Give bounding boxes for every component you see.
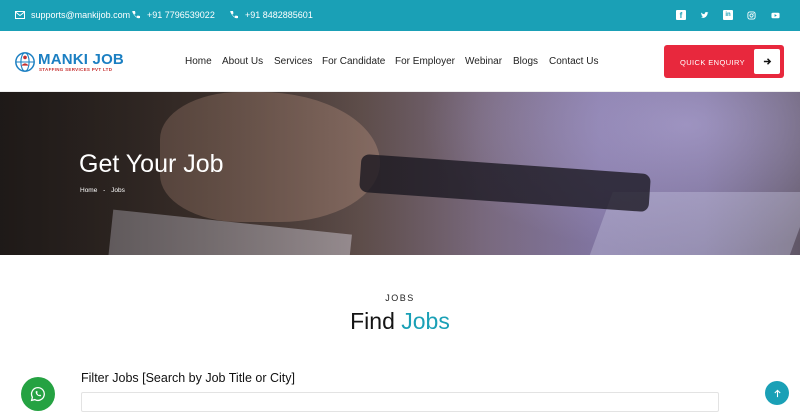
- arrow-up-icon: [773, 389, 781, 397]
- breadcrumb-current: Jobs: [111, 187, 125, 194]
- nav-item-contact-us[interactable]: Contact Us: [549, 56, 598, 67]
- logo-brand-text: MANKI JOB: [38, 51, 124, 68]
- instagram-icon[interactable]: [746, 10, 756, 20]
- twitter-icon[interactable]: [699, 10, 709, 20]
- phone-contact-1[interactable]: +91 7796539022: [131, 10, 215, 20]
- quick-enquiry-label: QUICK ENQUIRY: [680, 58, 746, 67]
- section-title: Find Jobs: [0, 308, 800, 335]
- facebook-icon[interactable]: f: [676, 10, 686, 20]
- nav-item-for-candidate[interactable]: For Candidate: [322, 56, 385, 67]
- quick-enquiry-button[interactable]: QUICK ENQUIRY: [664, 45, 784, 78]
- section-title-main: Find: [350, 308, 395, 334]
- logo-globe-icon: [15, 52, 35, 72]
- phone-contact-2[interactable]: +91 8482885601: [229, 10, 313, 20]
- page-title: Get Your Job: [79, 150, 224, 178]
- phone-icon: [230, 11, 238, 19]
- filter-search-input[interactable]: [81, 392, 719, 412]
- logo-tagline: STAFFING SERVICES PVT LTD: [39, 67, 113, 72]
- section-eyebrow: JOBS: [385, 293, 415, 303]
- top-contact-bar: supports@mankijob.com +91 7796539022 +91…: [0, 0, 800, 31]
- email-text: supports@mankijob.com: [31, 10, 131, 20]
- whatsapp-button[interactable]: [21, 377, 55, 411]
- nav-item-blogs[interactable]: Blogs: [513, 56, 538, 67]
- phone-text-2: +91 8482885601: [245, 10, 313, 20]
- envelope-icon: [15, 11, 25, 19]
- nav-item-home[interactable]: Home: [185, 56, 212, 67]
- linkedin-icon[interactable]: in: [723, 10, 733, 20]
- nav-item-about-us[interactable]: About Us: [222, 56, 263, 67]
- breadcrumb-home[interactable]: Home: [80, 187, 97, 194]
- filter-label: Filter Jobs [Search by Job Title or City…: [81, 371, 295, 385]
- youtube-icon[interactable]: [770, 10, 780, 20]
- site-logo[interactable]: MANKI JOB STAFFING SERVICES PVT LTD: [14, 49, 138, 75]
- arrow-right-icon: [754, 49, 780, 74]
- nav-item-services[interactable]: Services: [274, 56, 312, 67]
- breadcrumb: Home - Jobs: [80, 187, 125, 194]
- phone-icon: [132, 11, 140, 19]
- scroll-to-top-button[interactable]: [765, 381, 789, 405]
- nav-item-for-employer[interactable]: For Employer: [395, 56, 455, 67]
- phone-text-1: +91 7796539022: [147, 10, 215, 20]
- section-title-highlight: Jobs: [401, 308, 450, 334]
- email-contact[interactable]: supports@mankijob.com: [15, 10, 130, 20]
- breadcrumb-separator: -: [103, 187, 106, 194]
- nav-item-webinar[interactable]: Webinar: [465, 56, 502, 67]
- hero-banner: Get Your Job Home - Jobs: [0, 92, 800, 255]
